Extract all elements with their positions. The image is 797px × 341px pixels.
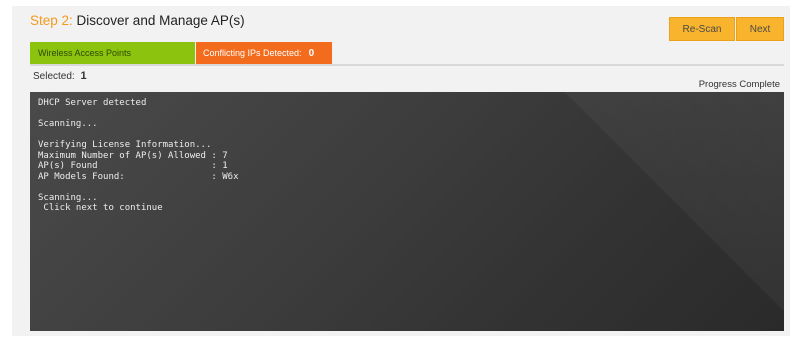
- console-output: DHCP Server detected Scanning... Verifyi…: [38, 98, 239, 213]
- tab-conflicting-ips[interactable]: Conflicting IPs Detected: 0: [196, 42, 332, 64]
- selected-indicator: Selected: 1: [33, 70, 87, 82]
- selected-count: 1: [80, 70, 87, 82]
- selected-label: Selected:: [33, 71, 75, 82]
- tab-wireless-access-points[interactable]: Wireless Access Points: [30, 42, 195, 64]
- step-title: Discover and Manage AP(s): [76, 13, 245, 28]
- next-button[interactable]: Next: [736, 17, 784, 41]
- scan-console: DHCP Server detected Scanning... Verifyi…: [30, 92, 784, 331]
- tab-wireless-label: Wireless Access Points: [38, 48, 132, 58]
- progress-status: Progress Complete: [698, 79, 780, 90]
- step-number: Step 2:: [30, 13, 73, 28]
- rescan-button[interactable]: Re-Scan: [669, 17, 735, 41]
- page-title: Step 2: Discover and Manage AP(s): [30, 13, 245, 28]
- tab-underline: [30, 64, 784, 66]
- conflicting-count-badge: 0: [308, 47, 315, 59]
- tab-conflicting-label: Conflicting IPs Detected:: [203, 48, 302, 58]
